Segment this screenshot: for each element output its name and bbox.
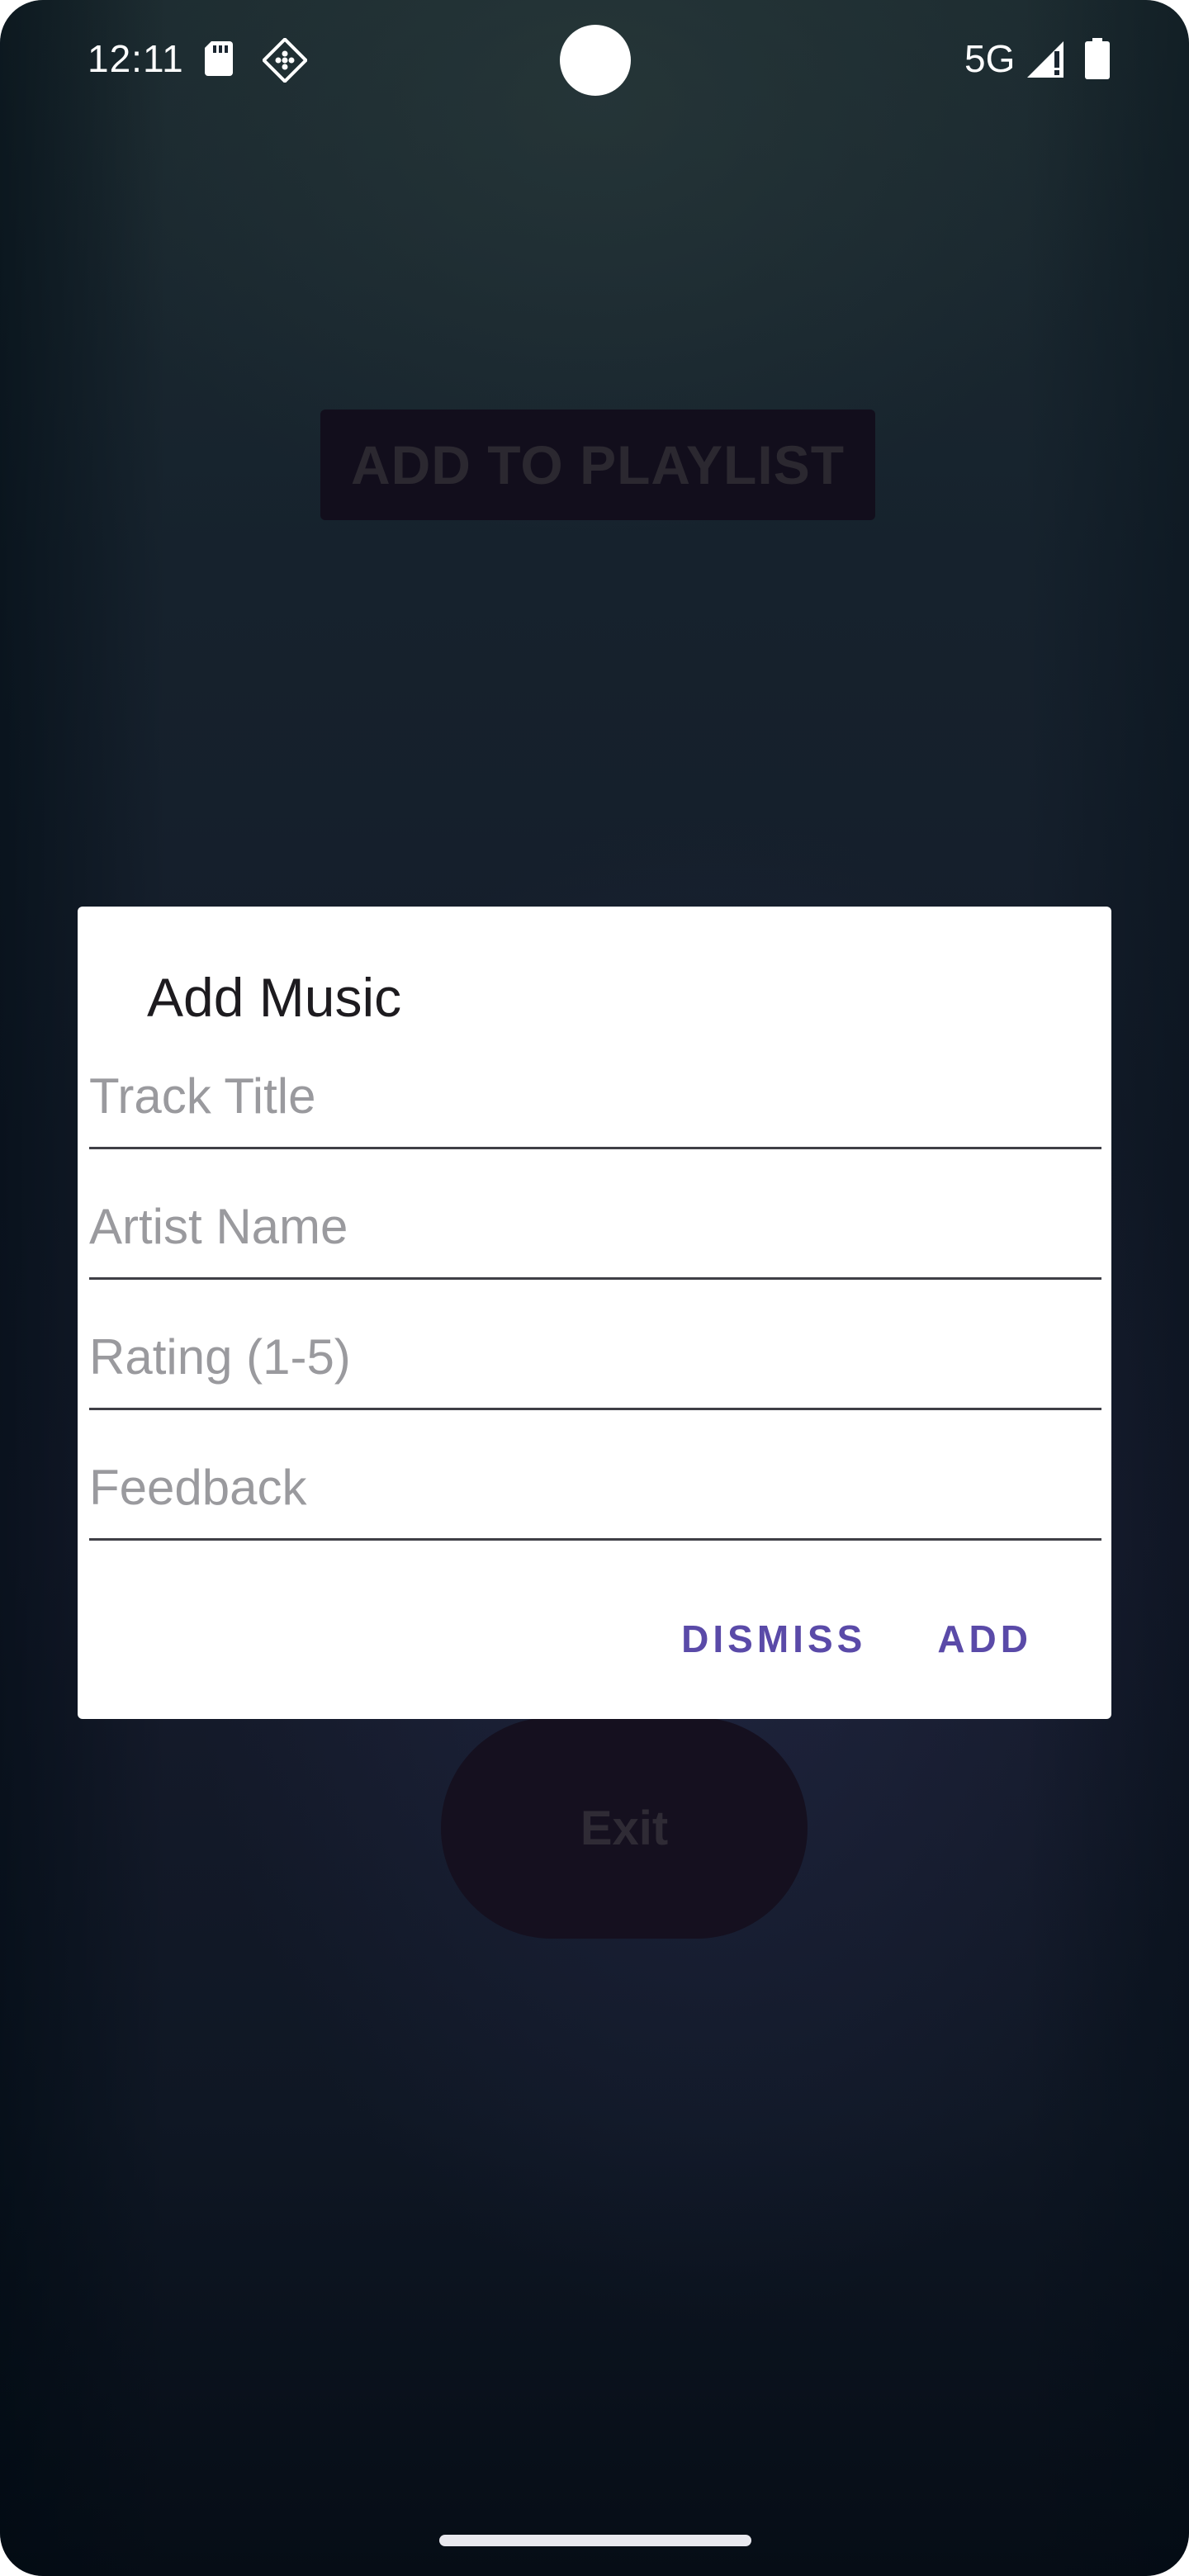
add-to-playlist-button[interactable]: ADD TO PLAYLIST <box>320 410 875 520</box>
artist-name-input[interactable] <box>89 1181 1101 1280</box>
rating-field <box>89 1311 1101 1410</box>
add-music-dialog: Add Music DISMISS ADD <box>78 907 1111 1719</box>
camera-cutout <box>560 25 631 96</box>
rating-input[interactable] <box>89 1311 1101 1410</box>
artist-name-field <box>89 1181 1101 1280</box>
battery-icon <box>1085 38 1110 83</box>
sd-card-icon <box>205 41 233 80</box>
home-indicator[interactable] <box>439 2535 751 2546</box>
exit-button[interactable]: Exit <box>441 1717 808 1939</box>
diamond-grid-icon <box>261 36 309 87</box>
network-type: 5G <box>964 37 1016 80</box>
feedback-field <box>89 1442 1101 1541</box>
track-title-input[interactable] <box>89 1050 1101 1149</box>
dismiss-button[interactable]: DISMISS <box>681 1617 866 1661</box>
add-button[interactable]: ADD <box>937 1617 1032 1661</box>
signal-icon <box>1027 41 1068 82</box>
app-screen: 12:11 5G ADD TO PLAYLIST Exit Add Music <box>0 0 1189 2576</box>
dialog-title: Add Music <box>147 967 402 1028</box>
track-title-field <box>89 1050 1101 1149</box>
feedback-input[interactable] <box>89 1442 1101 1541</box>
status-bar: 12:11 5G <box>0 0 1189 116</box>
dialog-actions: DISMISS ADD <box>681 1617 1032 1661</box>
status-time: 12:11 <box>88 37 184 80</box>
